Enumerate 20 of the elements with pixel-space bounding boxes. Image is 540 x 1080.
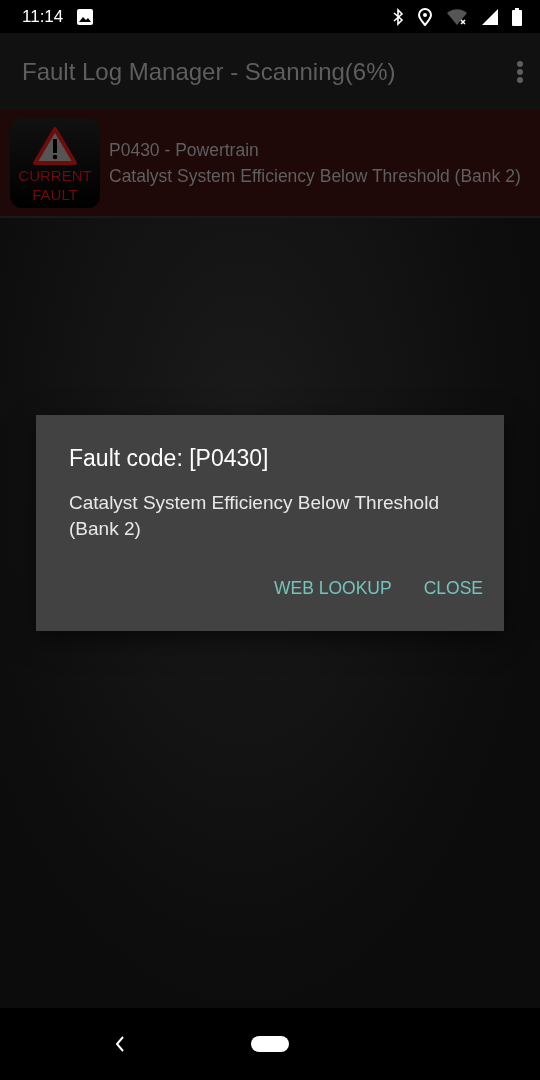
badge-label: CURRENT xyxy=(18,166,92,185)
signal-icon xyxy=(482,8,498,25)
location-icon xyxy=(418,7,432,26)
dialog-title: Fault code: [P0430] xyxy=(69,445,270,472)
battery-icon xyxy=(512,7,522,26)
dialog-message: Catalyst System Efficiency Below Threshold (Bank 2) xyxy=(69,491,440,541)
app-title: Fault Log Manager - Scanning(6%) xyxy=(22,57,397,86)
bluetooth-icon xyxy=(392,7,404,26)
status-time: 11:14 xyxy=(22,6,64,27)
fault-code: P0430 - Powertrain xyxy=(109,139,260,161)
fault-description: Catalyst System Efficiency Below Threshold (Bank 2) xyxy=(109,165,521,187)
home-button[interactable] xyxy=(251,1036,289,1052)
badge-label: FAULT xyxy=(32,185,78,204)
warning-icon xyxy=(32,126,78,166)
more-options-icon[interactable] xyxy=(516,59,524,84)
dialog-action-button[interactable]: WEB LOOKUP xyxy=(263,570,403,607)
wifi-off-icon xyxy=(446,7,468,26)
dialog-action-button[interactable]: CLOSE xyxy=(412,570,494,607)
fault-list-item[interactable]: CURRENT FAULT P0430 - Powertrain Catalyst System Efficiency Below Threshold (Bank 2) xyxy=(0,110,540,218)
image-icon xyxy=(77,8,94,25)
